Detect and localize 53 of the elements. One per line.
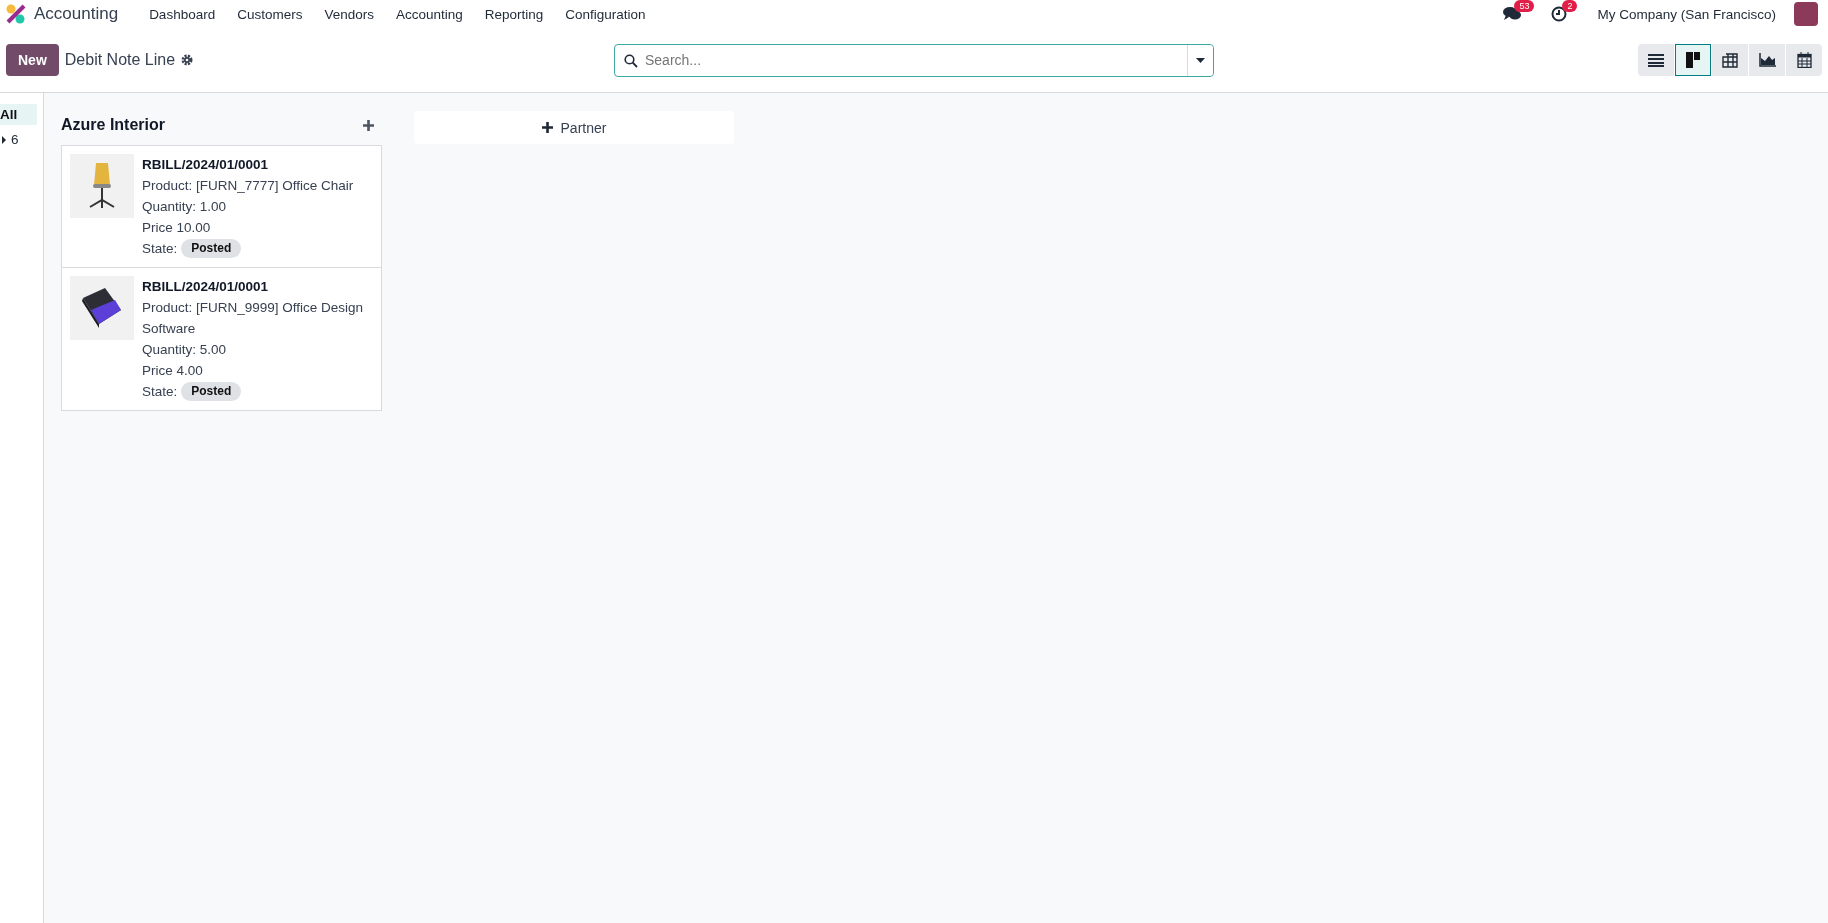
view-switch-button[interactable] [1786,44,1822,76]
search-icon [624,53,638,68]
state-tag: Posted [181,239,242,258]
menu-item[interactable]: Dashboard [140,2,225,26]
view-switch-button[interactable] [1675,44,1711,76]
card-price: Price 4.00 [142,362,204,380]
menu-item[interactable]: Reporting [475,2,553,26]
column-title: Azure Interior [61,116,165,134]
sidebar-item[interactable]: 6 [0,129,39,150]
search-field[interactable]: Search... [614,43,1214,77]
user-avatar[interactable] [1794,2,1818,26]
add-column-button[interactable]: Partner [414,111,734,144]
menu-item[interactable]: Accounting [387,2,472,26]
app-name[interactable]: Accounting [34,4,119,24]
kanban-card[interactable]: RBILL/2024/01/0001 Product: [FURN_9999] Office Design Software Quantity: 5.00 Price 4.00 State: Posted [61,267,382,411]
menu-item[interactable]: Vendors [315,2,383,26]
sidebar-item-label: 6 [11,132,19,147]
calendar-icon [1796,52,1812,68]
kanban-card[interactable]: RBILL/2024/01/0001 Product: [FURN_7777] Office Chair Quantity: 1.00 Price 10.00 State: Posted [61,145,382,268]
view-switch-button[interactable] [1712,44,1748,76]
card-quantity: Quantity: 1.00 [142,198,228,216]
card-product: Product: [FURN_9999] Office Design Software [142,299,365,338]
state-label: State: [142,383,178,401]
activity-count-badge: 2 [1562,0,1578,12]
search-dropdown-toggle[interactable] [1187,44,1213,76]
company-name[interactable]: My Company (San Francisco) [1597,6,1776,22]
page-title: Debit Note Line [64,51,176,69]
card-reference: RBILL/2024/01/0001 [142,278,270,296]
state-label: State: [142,240,178,258]
sidebar-item[interactable]: All [0,104,37,125]
view-switch-button[interactable] [1749,44,1785,76]
list-view-icon [1648,53,1664,67]
grid-view-icon [1722,52,1738,68]
state-tag: Posted [181,382,242,401]
caret-icon [1196,57,1205,63]
card-reference: RBILL/2024/01/0001 [142,156,270,174]
kanban-view-icon [1686,52,1700,68]
new-button[interactable]: New [6,44,59,76]
app-logo-icon[interactable] [6,4,26,24]
card-price: Price 10.00 [142,219,212,237]
menu-item[interactable]: Customers [228,2,312,26]
plus-icon[interactable] [363,119,374,131]
clock-icon[interactable] [1551,6,1568,22]
plus-icon [541,122,553,133]
message-count-badge: 53 [1514,0,1535,12]
settings-icon[interactable] [181,54,194,66]
expand-caret-icon [2,135,6,144]
card-product: Product: [FURN_7777] Office Chair [142,177,354,195]
area-chart-icon [1758,53,1776,67]
menu-item[interactable]: Configuration [556,2,655,26]
sidebar-item-label: All [0,107,18,122]
view-switch-button[interactable] [1638,44,1674,76]
card-quantity: Quantity: 5.00 [142,341,228,359]
